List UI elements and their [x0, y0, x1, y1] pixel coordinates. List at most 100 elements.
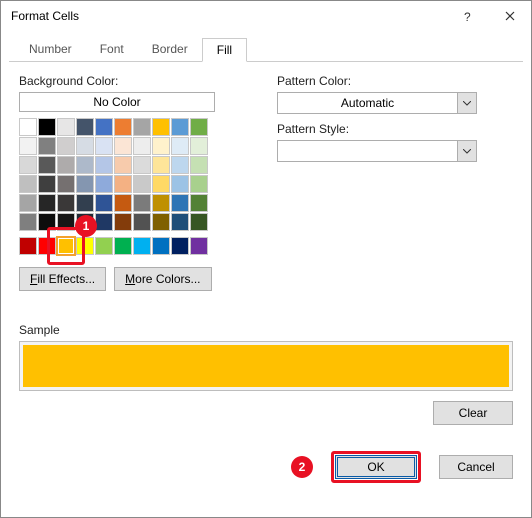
standard-color-row: [19, 237, 239, 255]
sample-label: Sample: [19, 323, 513, 337]
color-swatch[interactable]: [171, 156, 189, 174]
color-swatch[interactable]: [114, 156, 132, 174]
standard-color-swatch[interactable]: [38, 237, 56, 255]
color-swatch[interactable]: [57, 194, 75, 212]
color-swatch[interactable]: [152, 213, 170, 231]
pattern-color-value: Automatic: [277, 92, 457, 114]
color-swatch[interactable]: [152, 156, 170, 174]
color-swatch[interactable]: [190, 175, 208, 193]
title-bar: Format Cells ?: [1, 1, 531, 31]
color-swatch[interactable]: [19, 213, 37, 231]
pattern-style-value: [277, 140, 457, 162]
color-swatch[interactable]: [95, 194, 113, 212]
tab-number[interactable]: Number: [15, 38, 86, 62]
color-swatch[interactable]: [190, 137, 208, 155]
pattern-color-dropdown[interactable]: Automatic: [277, 92, 477, 114]
color-swatch[interactable]: [38, 194, 56, 212]
color-swatch[interactable]: [133, 118, 151, 136]
color-swatch[interactable]: [114, 213, 132, 231]
color-swatch[interactable]: [133, 213, 151, 231]
color-swatch[interactable]: [95, 213, 113, 231]
standard-color-swatch[interactable]: [171, 237, 189, 255]
color-swatch[interactable]: [19, 156, 37, 174]
standard-color-swatch[interactable]: [114, 237, 132, 255]
svg-text:?: ?: [464, 10, 471, 23]
color-swatch[interactable]: [38, 156, 56, 174]
no-color-button[interactable]: No Color: [19, 92, 215, 112]
color-swatch[interactable]: [152, 118, 170, 136]
color-swatch[interactable]: [57, 137, 75, 155]
color-swatch[interactable]: [57, 213, 75, 231]
color-swatch[interactable]: [190, 118, 208, 136]
color-swatch[interactable]: [76, 175, 94, 193]
help-button[interactable]: ?: [447, 1, 489, 31]
color-swatch[interactable]: [19, 194, 37, 212]
close-button[interactable]: [489, 1, 531, 31]
window-title: Format Cells: [11, 9, 447, 23]
color-swatch[interactable]: [38, 137, 56, 155]
theme-color-palette: [19, 118, 239, 231]
tab-border[interactable]: Border: [138, 38, 202, 62]
annotation-badge-2: 2: [291, 456, 313, 478]
color-swatch[interactable]: [38, 213, 56, 231]
color-swatch[interactable]: [19, 175, 37, 193]
color-swatch[interactable]: [114, 194, 132, 212]
pattern-style-label: Pattern Style:: [277, 122, 477, 136]
fill-effects-button[interactable]: Fill Effects...: [19, 267, 106, 291]
pattern-style-dropdown[interactable]: [277, 140, 477, 162]
standard-color-swatch[interactable]: [19, 237, 37, 255]
color-swatch[interactable]: [19, 137, 37, 155]
color-swatch[interactable]: [190, 156, 208, 174]
color-swatch[interactable]: [76, 118, 94, 136]
color-swatch[interactable]: [133, 137, 151, 155]
color-swatch[interactable]: [76, 156, 94, 174]
color-swatch[interactable]: [190, 194, 208, 212]
color-swatch[interactable]: [152, 175, 170, 193]
standard-color-swatch[interactable]: [76, 237, 94, 255]
background-color-label: Background Color:: [19, 74, 239, 88]
chevron-down-icon[interactable]: [457, 140, 477, 162]
color-swatch[interactable]: [57, 118, 75, 136]
standard-color-swatch[interactable]: [57, 237, 75, 255]
color-swatch[interactable]: [95, 175, 113, 193]
color-swatch[interactable]: [152, 137, 170, 155]
color-swatch[interactable]: [171, 213, 189, 231]
color-swatch[interactable]: [76, 137, 94, 155]
color-swatch[interactable]: [57, 156, 75, 174]
color-swatch[interactable]: [133, 175, 151, 193]
color-swatch[interactable]: [95, 118, 113, 136]
cancel-button[interactable]: Cancel: [439, 455, 513, 479]
standard-color-swatch[interactable]: [152, 237, 170, 255]
color-swatch[interactable]: [171, 137, 189, 155]
chevron-down-icon[interactable]: [457, 92, 477, 114]
color-swatch[interactable]: [38, 118, 56, 136]
color-swatch[interactable]: [114, 137, 132, 155]
tab-strip: NumberFontBorderFill: [9, 37, 523, 62]
color-swatch[interactable]: [38, 175, 56, 193]
tab-font[interactable]: Font: [86, 38, 138, 62]
color-swatch[interactable]: [19, 118, 37, 136]
color-swatch[interactable]: [95, 137, 113, 155]
color-swatch[interactable]: [76, 213, 94, 231]
tab-fill[interactable]: Fill: [202, 38, 247, 62]
color-swatch[interactable]: [114, 118, 132, 136]
color-swatch[interactable]: [171, 118, 189, 136]
color-swatch[interactable]: [171, 194, 189, 212]
color-swatch[interactable]: [133, 194, 151, 212]
color-swatch[interactable]: [114, 175, 132, 193]
color-swatch[interactable]: [133, 156, 151, 174]
sample-box: [19, 341, 513, 391]
standard-color-swatch[interactable]: [95, 237, 113, 255]
color-swatch[interactable]: [95, 156, 113, 174]
standard-color-swatch[interactable]: [190, 237, 208, 255]
color-swatch[interactable]: [57, 175, 75, 193]
clear-button[interactable]: Clear: [433, 401, 513, 425]
color-swatch[interactable]: [152, 194, 170, 212]
ok-button[interactable]: OK: [335, 455, 417, 479]
color-swatch[interactable]: [171, 175, 189, 193]
standard-color-swatch[interactable]: [133, 237, 151, 255]
more-colors-button[interactable]: More Colors...: [114, 267, 211, 291]
color-swatch[interactable]: [76, 194, 94, 212]
color-swatch[interactable]: [190, 213, 208, 231]
annotation-box-2-wrap: OK: [331, 451, 421, 483]
